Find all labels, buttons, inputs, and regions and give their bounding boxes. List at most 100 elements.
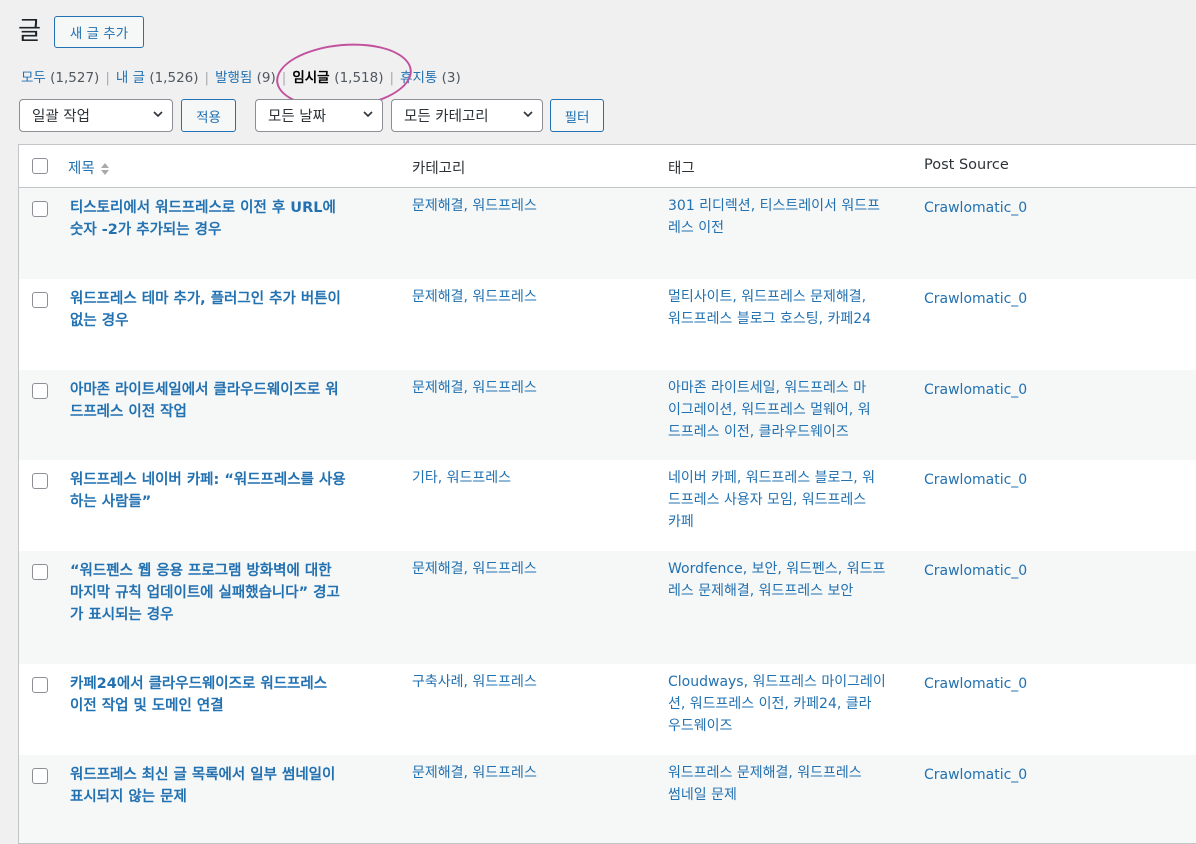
- table-row: 워드프레스 네이버 카페: “워드프레스를 사용하는 사람들” 기타, 워드프레스…: [19, 460, 1196, 551]
- table-header: 제목 카테고리 태그 Post Source: [19, 145, 1196, 188]
- post-source[interactable]: Crawlomatic_0: [924, 288, 1124, 310]
- post-title-link[interactable]: 아마존 라이트세일에서 클라우드웨이즈로 워드프레스 이전 작업: [70, 379, 395, 423]
- post-tags[interactable]: Cloudways, 워드프레스 마이그레이 션, 워드프레스 이전, 카페24,…: [668, 671, 908, 737]
- date-filter-select[interactable]: 모든 날짜: [255, 99, 383, 132]
- post-tags-line: 아마존 라이트세일, 워드프레스 마: [668, 380, 867, 396]
- post-title-line: 드프레스 이전 작업: [70, 404, 187, 420]
- post-tags-line: 카페: [668, 514, 694, 530]
- post-source[interactable]: Crawlomatic_0: [924, 469, 1124, 491]
- post-tags[interactable]: 멀티사이트, 워드프레스 문제해결, 워드프레스 블로그 호스팅, 카페24: [668, 286, 908, 330]
- table-row: 워드프레스 테마 추가, 플러그인 추가 버튼이없는 경우 문제해결, 워드프레스…: [19, 279, 1196, 370]
- post-title-line: 마지막 규칙 업데이트에 실패했습니다” 경고: [70, 585, 340, 601]
- row-checkbox[interactable]: [32, 677, 48, 693]
- add-new-post-button[interactable]: 새 글 추가: [54, 16, 144, 48]
- status-filter-links: 모두 (1,527) | 내 글 (1,526) | 발행됨 (9) | 임시글 (1,51…: [21, 70, 461, 86]
- post-tags-line: 네이버 카페, 워드프레스 블로그, 워: [668, 470, 876, 486]
- bulk-action-select[interactable]: 일괄 작업: [19, 99, 173, 132]
- post-categories[interactable]: 문제해결, 워드프레스: [412, 377, 652, 399]
- post-tags-line: 우드웨이즈: [668, 718, 733, 734]
- table-row: 아마존 라이트세일에서 클라우드웨이즈로 워드프레스 이전 작업 문제해결, 워드…: [19, 370, 1196, 460]
- post-title-line: 하는 사람들”: [70, 494, 152, 510]
- post-title-line: 카페24에서 클라우드웨이즈로 워드프레스: [70, 676, 328, 692]
- post-title-link[interactable]: 카페24에서 클라우드웨이즈로 워드프레스이전 작업 및 도메인 연결: [70, 673, 395, 717]
- category-filter-select[interactable]: 모든 카테고리: [391, 99, 543, 132]
- column-categories-header: 카테고리: [412, 161, 466, 177]
- post-categories[interactable]: 문제해결, 워드프레스: [412, 558, 652, 580]
- post-title-line: 워드프레스 테마 추가, 플러그인 추가 버튼이: [70, 291, 341, 307]
- post-title-link[interactable]: 워드프레스 테마 추가, 플러그인 추가 버튼이없는 경우: [70, 288, 395, 332]
- post-title-line: 아마존 라이트세일에서 클라우드웨이즈로 워: [70, 382, 339, 398]
- post-tags-line: 션, 워드프레스 이전, 카페24, 클라: [668, 696, 872, 712]
- post-title-link[interactable]: “워드펜스 웹 응용 프로그램 방화벽에 대한 마지막 규칙 업데이트에 실패했습…: [70, 560, 395, 626]
- post-title-line: 워드프레스 최신 글 목록에서 일부 썸네일이: [70, 767, 336, 783]
- apply-button[interactable]: 적용: [181, 99, 236, 132]
- post-categories[interactable]: 문제해결, 워드프레스: [412, 286, 652, 308]
- category-filter-value: 모든 카테고리: [404, 109, 489, 125]
- column-title-label: 제목: [68, 161, 95, 177]
- post-source[interactable]: Crawlomatic_0: [924, 673, 1124, 695]
- posts-table: 제목 카테고리 태그 Post Source 티스토리에서 워드프레스로 이전 …: [18, 144, 1196, 844]
- post-source[interactable]: Crawlomatic_0: [924, 764, 1124, 786]
- post-categories[interactable]: 기타, 워드프레스: [412, 467, 652, 489]
- post-source[interactable]: Crawlomatic_0: [924, 197, 1124, 219]
- filter-published-link[interactable]: 발행됨 (9): [215, 70, 276, 86]
- column-title-header[interactable]: 제목: [68, 157, 110, 178]
- post-tags-line: 이그레이션, 워드프레스 멀웨어, 워: [668, 402, 871, 418]
- post-tags-line: Wordfence, 보안, 워드펜스, 워드프: [668, 561, 886, 577]
- row-checkbox[interactable]: [32, 292, 48, 308]
- page-title: 글: [18, 16, 42, 45]
- select-all-checkbox[interactable]: [32, 158, 48, 174]
- column-source-header: Post Source: [924, 157, 1009, 173]
- post-title-link[interactable]: 워드프레스 최신 글 목록에서 일부 썸네일이표시되지 않는 문제: [70, 764, 395, 808]
- filter-drafts-link[interactable]: 임시글 (1,518): [292, 70, 383, 86]
- post-source[interactable]: Crawlomatic_0: [924, 560, 1124, 582]
- post-title-line: 가 표시되는 경우: [70, 607, 174, 623]
- row-checkbox[interactable]: [32, 768, 48, 784]
- post-tags-line: 드프레스 이전, 클라우드웨이즈: [668, 424, 849, 440]
- table-row: 워드프레스 최신 글 목록에서 일부 썸네일이표시되지 않는 문제 문제해결, 워…: [19, 755, 1196, 843]
- chevron-down-icon: [523, 111, 533, 118]
- post-categories[interactable]: 문제해결, 워드프레스: [412, 195, 652, 217]
- chevron-down-icon: [153, 111, 163, 118]
- post-title-line: 이전 작업 및 도메인 연결: [70, 698, 224, 714]
- post-categories[interactable]: 구축사례, 워드프레스: [412, 671, 652, 693]
- post-title-line: 없는 경우: [70, 313, 129, 329]
- row-checkbox[interactable]: [32, 201, 48, 217]
- post-tags[interactable]: 네이버 카페, 워드프레스 블로그, 워드프레스 사용자 모임, 워드프레스카페: [668, 467, 908, 533]
- post-tags[interactable]: 워드프레스 문제해결, 워드프레스썸네일 문제: [668, 762, 908, 806]
- filter-all-link[interactable]: 모두 (1,527): [21, 70, 99, 86]
- post-title-link[interactable]: 워드프레스 네이버 카페: “워드프레스를 사용하는 사람들”: [70, 469, 395, 513]
- row-checkbox[interactable]: [32, 473, 48, 489]
- post-tags[interactable]: 301 리디렉션, 티스트레이서 워드프레스 이전: [668, 195, 908, 239]
- date-filter-value: 모든 날짜: [268, 109, 326, 125]
- table-row: “워드펜스 웹 응용 프로그램 방화벽에 대한 마지막 규칙 업데이트에 실패했습…: [19, 551, 1196, 664]
- post-title-line: 표시되지 않는 문제: [70, 789, 187, 805]
- post-tags-line: 301 리디렉션, 티스트레이서 워드프: [668, 198, 880, 214]
- chevron-down-icon: [363, 111, 373, 118]
- filter-trash-link[interactable]: 휴지통 (3): [400, 70, 461, 86]
- post-tags[interactable]: 아마존 라이트세일, 워드프레스 마이그레이션, 워드프레스 멀웨어, 워드프레…: [668, 377, 908, 443]
- post-title-line: 숫자 -2가 추가되는 경우: [70, 222, 222, 238]
- post-title-line: 워드프레스 네이버 카페: “워드프레스를 사용: [70, 472, 346, 488]
- sort-icon: [100, 163, 109, 175]
- post-tags-line: 워드프레스 문제해결, 워드프레스: [668, 765, 862, 781]
- filter-button[interactable]: 필터: [550, 99, 604, 132]
- post-title-link[interactable]: 티스토리에서 워드프레스로 이전 후 URL에숫자 -2가 추가되는 경우: [70, 197, 395, 241]
- table-row: 티스토리에서 워드프레스로 이전 후 URL에숫자 -2가 추가되는 경우 문제해…: [19, 188, 1196, 279]
- post-tags-line: 멀티사이트, 워드프레스 문제해결,: [668, 289, 867, 305]
- post-title-line: 티스토리에서 워드프레스로 이전 후 URL에: [70, 200, 336, 216]
- post-tags[interactable]: Wordfence, 보안, 워드펜스, 워드프레스 문제해결, 워드프레스 보…: [668, 558, 908, 602]
- post-tags-line: 워드프레스 블로그 호스팅, 카페24: [668, 311, 872, 327]
- column-tags-header: 태그: [668, 161, 695, 177]
- row-checkbox[interactable]: [32, 564, 48, 580]
- post-tags-line: 레스 이전: [668, 220, 724, 236]
- table-row: 카페24에서 클라우드웨이즈로 워드프레스이전 작업 및 도메인 연결 구축사례,…: [19, 664, 1196, 755]
- post-tags-line: 썸네일 문제: [668, 787, 737, 803]
- post-tags-line: 드프레스 사용자 모임, 워드프레스: [668, 492, 867, 508]
- post-source[interactable]: Crawlomatic_0: [924, 379, 1124, 401]
- row-checkbox[interactable]: [32, 383, 48, 399]
- filter-mine-link[interactable]: 내 글 (1,526): [116, 70, 199, 86]
- post-tags-line: 레스 문제해결, 워드프레스 보안: [668, 583, 854, 599]
- bulk-action-value: 일괄 작업: [32, 109, 90, 125]
- post-categories[interactable]: 문제해결, 워드프레스: [412, 762, 652, 784]
